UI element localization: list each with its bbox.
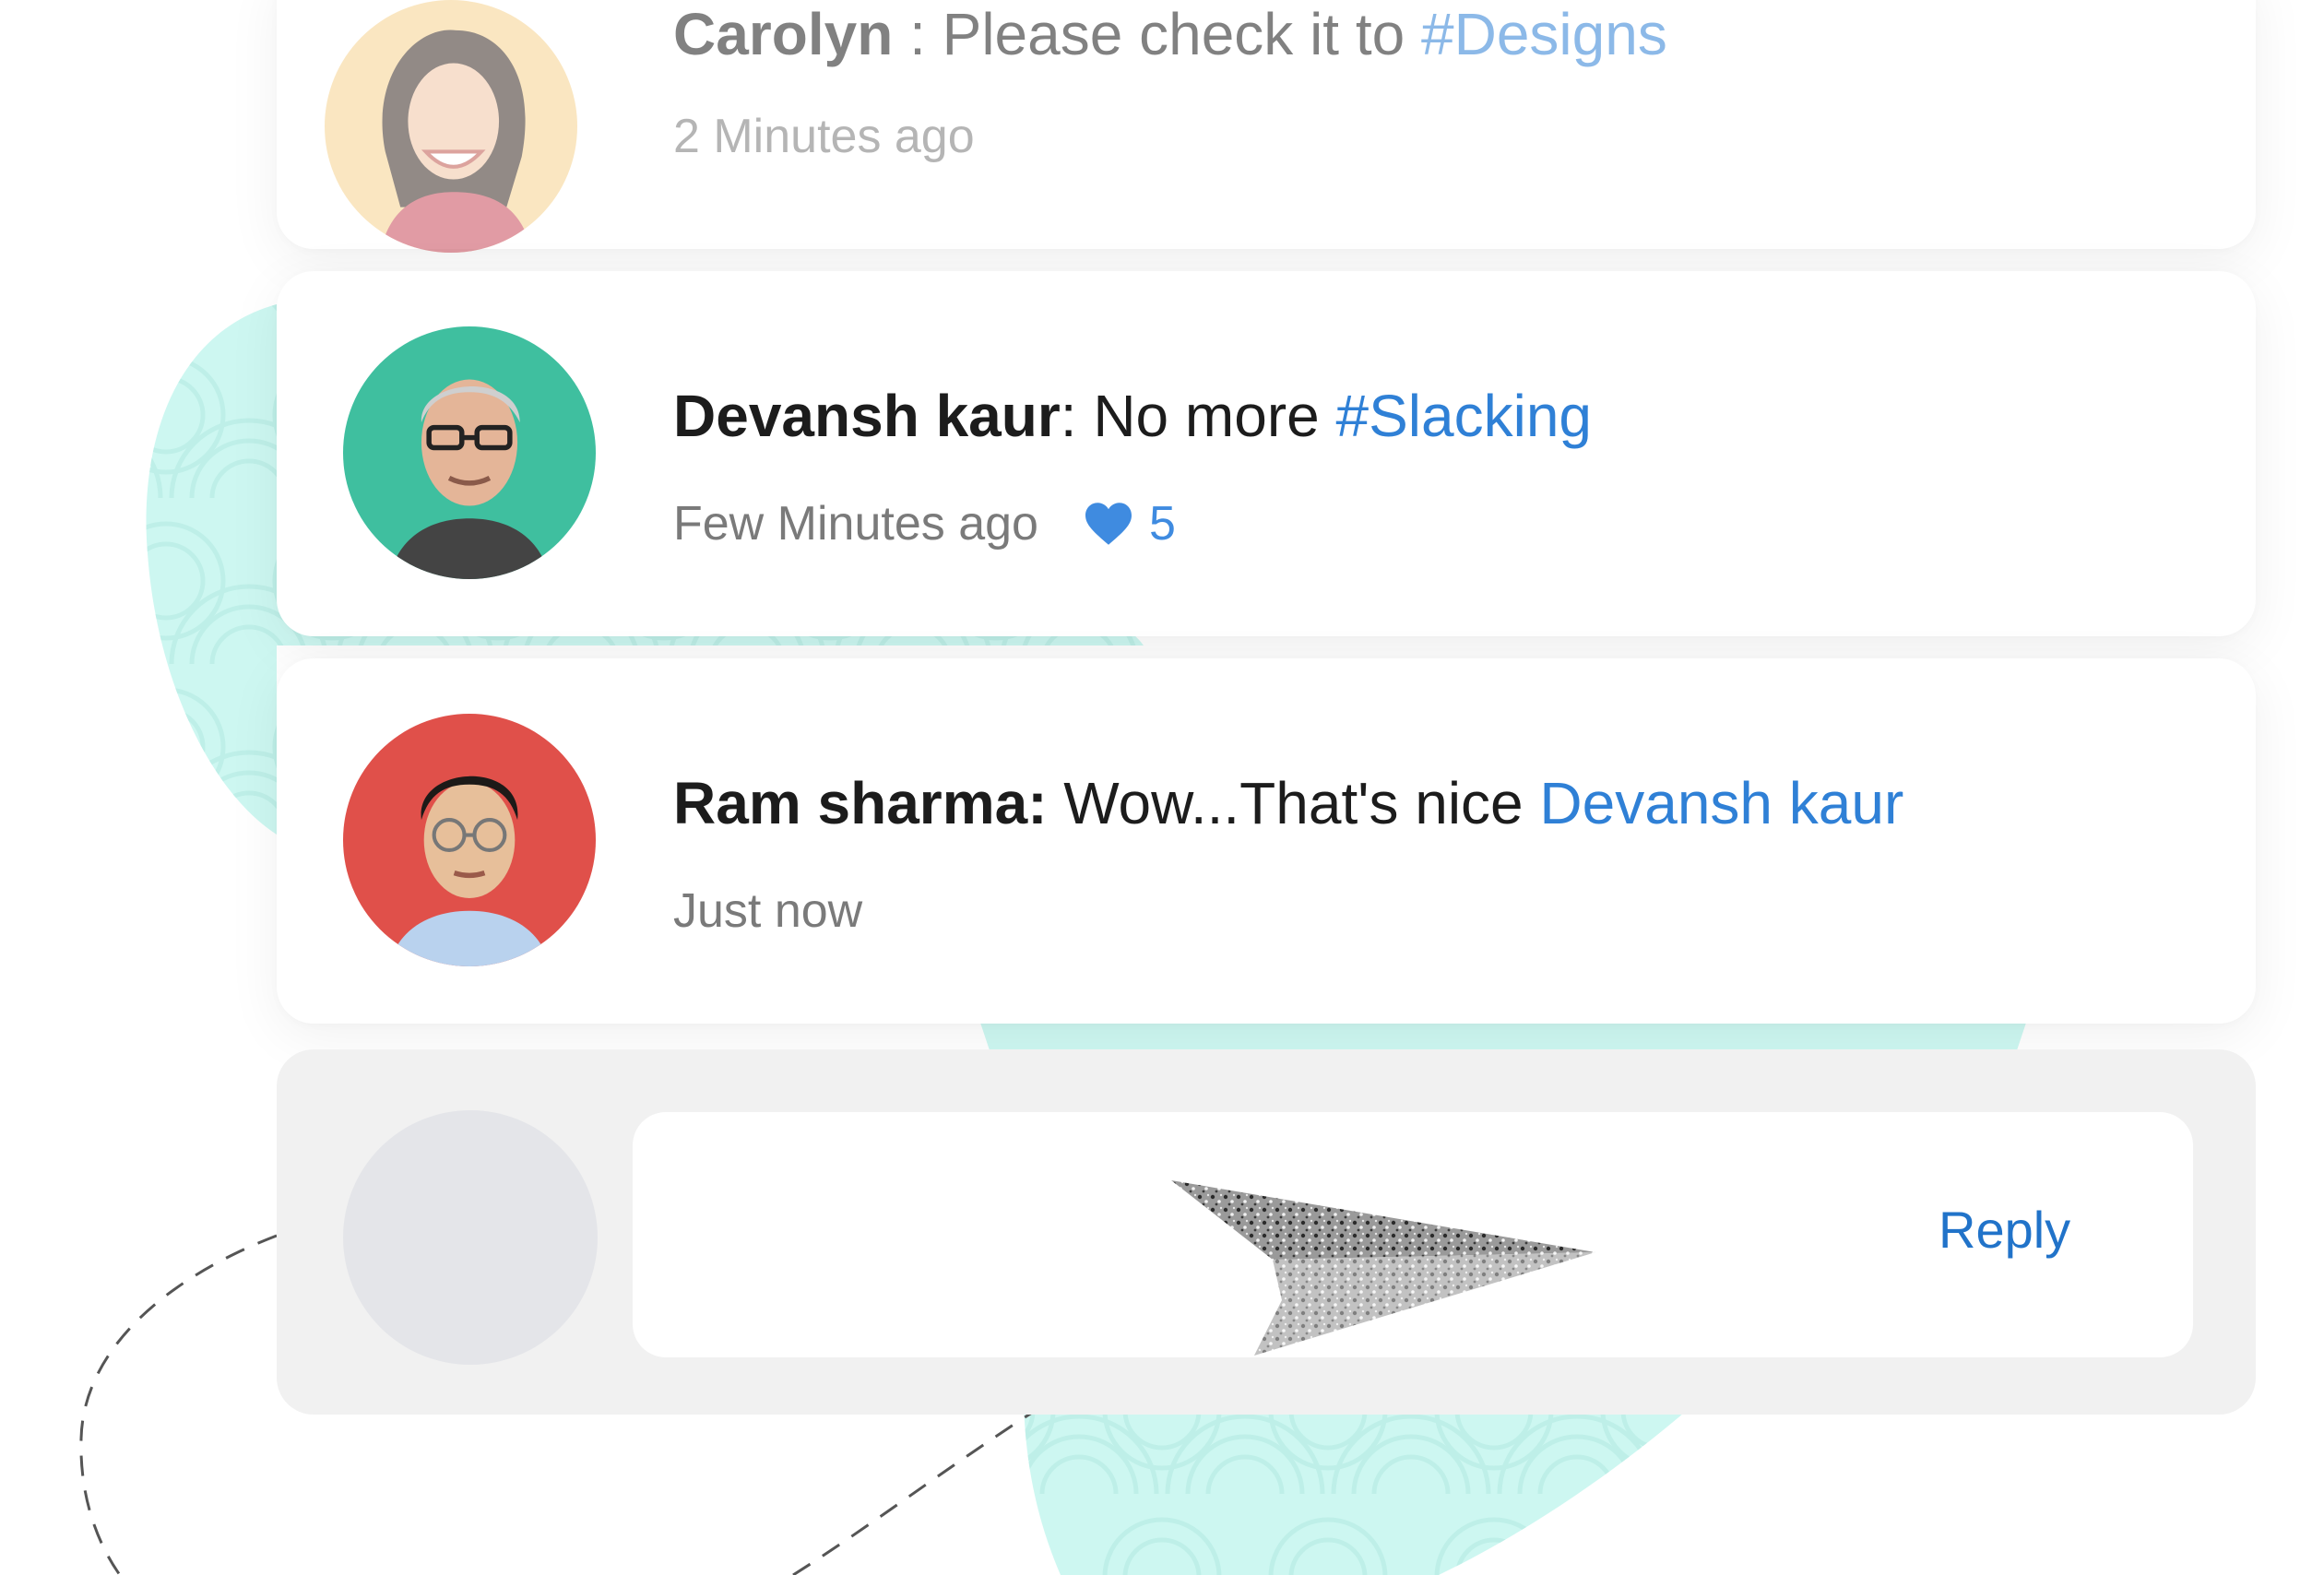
comment-text: Wow...That's nice xyxy=(1063,770,1540,836)
comment-author[interactable]: Ram sharma: xyxy=(673,770,1048,836)
comment-meta: Just now xyxy=(673,883,862,939)
comment-separator: : xyxy=(1060,383,1094,449)
mention-link[interactable]: Devansh kaur xyxy=(1539,770,1903,836)
like-button[interactable]: 5 xyxy=(1083,496,1176,551)
avatar[interactable] xyxy=(343,326,596,579)
comment-text: No more xyxy=(1093,383,1336,449)
comment-author[interactable]: Carolyn xyxy=(673,1,893,67)
heart-icon xyxy=(1085,503,1132,545)
comment-message: Ram sharma: Wow...That's nice Devansh ka… xyxy=(673,769,1903,837)
avatar[interactable] xyxy=(343,714,596,966)
current-user-avatar xyxy=(343,1110,598,1365)
comment-message: Carolyn : Please check it to #Designs xyxy=(673,0,1667,68)
like-count: 5 xyxy=(1148,497,1176,551)
comment-meta: 2 Minutes ago xyxy=(673,109,975,164)
comment-text: Please check it to xyxy=(942,1,1421,67)
comment-separator: : xyxy=(893,1,943,67)
comment-card: Carolyn : Please check it to #Designs 2 … xyxy=(277,0,2256,253)
avatar[interactable] xyxy=(325,0,577,253)
reply-composer: Reply xyxy=(277,1049,2256,1415)
comment-card: Devansh kaur: No more #Slacking Few Minu… xyxy=(277,271,2256,636)
reply-button[interactable]: Reply xyxy=(1939,1200,2070,1260)
comment-timestamp: Few Minutes ago xyxy=(673,497,1038,551)
comment-timestamp: Just now xyxy=(673,884,863,938)
hashtag-link[interactable]: #Slacking xyxy=(1336,383,1593,449)
comment-message: Devansh kaur: No more #Slacking xyxy=(673,382,1592,450)
comment-timestamp: 2 Minutes ago xyxy=(673,110,975,163)
comment-card: Ram sharma: Wow...That's nice Devansh ka… xyxy=(277,658,2256,1024)
hashtag-link[interactable]: #Designs xyxy=(1421,1,1667,67)
comment-author[interactable]: Devansh kaur xyxy=(673,383,1061,449)
comment-separator xyxy=(1048,770,1064,836)
comment-meta: Few Minutes ago 5 xyxy=(673,496,1176,551)
